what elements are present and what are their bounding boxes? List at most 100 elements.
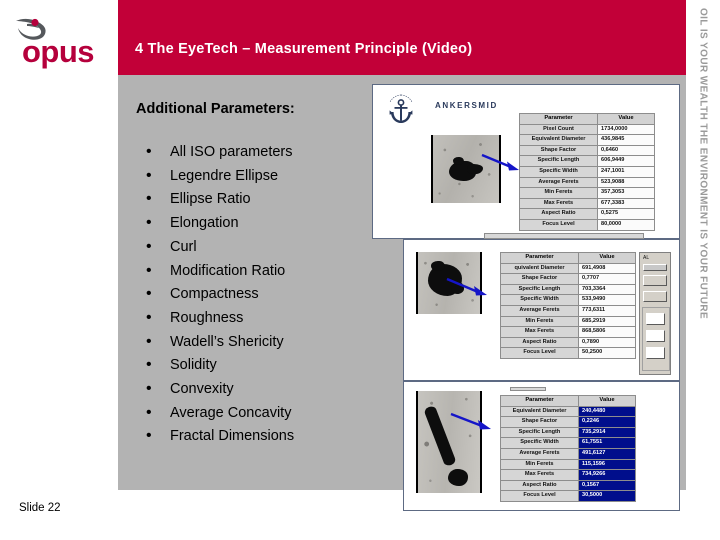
parameter-table-3: Parameter Value Equivalent Diameter 240,…: [500, 395, 636, 502]
screenshot-panel-1: ANKERSMID Parameter Value Pixel Count 17…: [372, 84, 680, 239]
parameter-table-2: Parameter Value quivalent Diameter 691,4…: [500, 252, 636, 359]
table-row: Max Ferets 734,9266: [500, 469, 636, 481]
table-row: Average Ferets 773,6311: [500, 304, 636, 317]
table-row: Max Ferets 677,3383: [519, 197, 655, 210]
param-value: 247,1001: [597, 165, 655, 178]
table-row: Equivalent Diameter 436,9845: [519, 134, 655, 146]
param-name: Average Ferets: [519, 176, 598, 189]
pointer-arrow-3: [450, 412, 491, 430]
param-value: 0,2246: [578, 416, 636, 428]
column-header-value: Value: [578, 252, 636, 264]
param-name: Average Ferets: [500, 447, 579, 460]
stub-input[interactable]: [646, 313, 665, 325]
screenshot-panel-2: Parameter Value quivalent Diameter 691,4…: [403, 233, 680, 381]
param-value: 685,2919: [578, 315, 636, 328]
param-name: Min Ferets: [500, 315, 579, 328]
stub-label-al: AL: [643, 255, 650, 261]
stub-button[interactable]: [643, 275, 667, 286]
window-top-strip-3: [510, 387, 546, 391]
list-item: Modification Ratio: [136, 259, 376, 284]
column-header-parameter: Parameter: [500, 252, 579, 264]
particle-micrograph-elongated: [418, 391, 480, 493]
table-row: Specific Length 606,9449: [519, 155, 655, 167]
param-value: 436,9845: [597, 134, 655, 146]
section-subtitle: Additional Parameters:: [136, 101, 295, 117]
param-name: Max Ferets: [500, 326, 579, 338]
left-gutter: [0, 75, 118, 490]
window-top-strip-2: [484, 233, 644, 239]
param-value: 0,6460: [597, 144, 655, 157]
side-control-panel-stub: AL: [639, 252, 671, 375]
list-item: Elongation: [136, 211, 376, 236]
param-name: Focus Level: [500, 347, 579, 359]
list-item: Average Concavity: [136, 401, 376, 426]
table-row: Focus Level 30,5000: [500, 490, 636, 502]
brand-logo-block: opus: [0, 0, 118, 75]
param-name: Specific Width: [500, 437, 579, 449]
param-name: Shape Factor: [519, 144, 598, 157]
table-row: Aspect Ratio 0,5275: [519, 208, 655, 220]
ankersmid-anchor-logo: [389, 94, 413, 123]
param-name: Min Ferets: [500, 458, 579, 471]
list-item: Ellipse Ratio: [136, 187, 376, 212]
param-name: Aspect Ratio: [519, 208, 598, 220]
list-item: All ISO parameters: [136, 140, 376, 165]
stub-button[interactable]: [643, 291, 667, 302]
param-value: 357,3053: [597, 187, 655, 199]
column-header-value: Value: [578, 395, 636, 407]
parameter-bullet-list: All ISO parameters Legendre Ellipse Elli…: [136, 140, 376, 449]
table-row: Specific Width 533,9490: [500, 294, 636, 306]
param-value: 50,2500: [578, 347, 636, 359]
table-row: Aspect Ratio 0,7890: [500, 336, 636, 349]
table-row: Specific Width 247,1001: [519, 165, 655, 178]
param-name: Aspect Ratio: [500, 336, 579, 349]
table-row: Average Ferets 523,9088: [519, 176, 655, 189]
param-value: 0,1567: [578, 479, 636, 492]
list-item: Solidity: [136, 353, 376, 378]
list-item: Roughness: [136, 306, 376, 331]
ankersmid-wordmark: ANKERSMID: [435, 101, 498, 110]
table-row: Min Ferets 685,2919: [500, 315, 636, 328]
table-row: Shape Factor 0,6460: [519, 144, 655, 157]
param-name: Aspect Ratio: [500, 479, 579, 492]
param-value: 1734,0000: [597, 123, 655, 136]
param-name: Specific Width: [519, 165, 598, 178]
param-value: 677,3383: [597, 197, 655, 210]
screenshot-panel-3: Parameter Value Equivalent Diameter 240,…: [403, 381, 680, 511]
param-name: Equivalent Diameter: [500, 405, 579, 418]
param-name: Average Ferets: [500, 304, 579, 317]
column-header-parameter: Parameter: [519, 113, 598, 125]
stub-input[interactable]: [646, 347, 665, 359]
param-value: 61,7551: [578, 437, 636, 449]
param-value: 491,6127: [578, 447, 636, 460]
param-name: Specific Width: [500, 294, 579, 306]
stub-field[interactable]: [643, 264, 667, 271]
param-value: 868,5806: [578, 326, 636, 338]
table-row: Average Ferets 491,6127: [500, 447, 636, 460]
param-value: 80,0000: [597, 218, 655, 231]
param-name: Equivalent Diameter: [519, 134, 598, 146]
param-value: 0,7707: [578, 273, 636, 285]
table-row: Specific Length 703,3364: [500, 283, 636, 296]
param-value: 0,5275: [597, 208, 655, 220]
param-value: 240,4480: [578, 405, 636, 418]
table-row: Aspect Ratio 0,1567: [500, 479, 636, 492]
list-item: Wadell’s Shericity: [136, 330, 376, 355]
list-item: Fractal Dimensions: [136, 424, 376, 449]
stub-input[interactable]: [646, 330, 665, 342]
param-name: Shape Factor: [500, 416, 579, 428]
list-item: Convexity: [136, 377, 376, 402]
param-name: Shape Factor: [500, 273, 579, 285]
table-row: Min Ferets 115,1596: [500, 458, 636, 471]
right-strip: OIL IS YOUR WEALTH THE ENVIRONMENT IS YO…: [686, 0, 720, 540]
param-name: Min Ferets: [519, 187, 598, 199]
param-value: 0,7890: [578, 336, 636, 349]
param-name: Focus Level: [519, 218, 598, 231]
micrograph-frame-3: [416, 391, 482, 493]
param-name: Specific Length: [500, 283, 579, 296]
table-row: Pixel Count 1734,0000: [519, 123, 655, 136]
table-row: Min Ferets 357,3053: [519, 187, 655, 199]
pointer-arrow-2: [446, 277, 487, 296]
column-header-parameter: Parameter: [500, 395, 579, 407]
slide-number: Slide 22: [19, 502, 61, 514]
